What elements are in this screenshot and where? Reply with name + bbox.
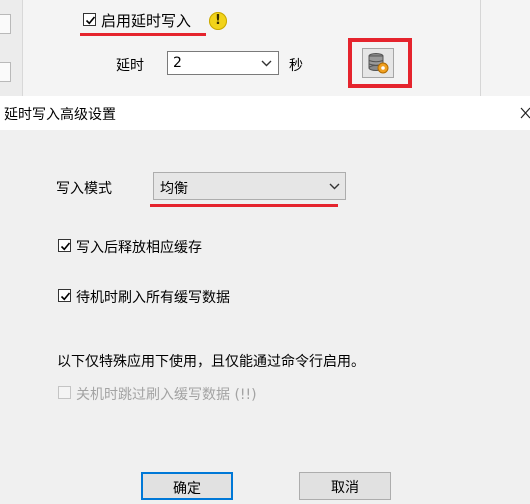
delay-value: 2: [173, 55, 182, 71]
release-cache-label[interactable]: 写入后释放相应缓存: [76, 237, 202, 257]
skip-flush-checkbox: [58, 386, 71, 399]
skip-flush-label: 关机时跳过刷入缓写数据 (!!): [76, 387, 257, 403]
background-settings-panel: [0, 0, 530, 96]
chevron-down-icon: [261, 60, 272, 67]
red-underline-annotation: [80, 33, 206, 36]
delay-label: 延时: [116, 58, 144, 74]
close-icon[interactable]: [520, 107, 530, 119]
cancel-button[interactable]: 取消: [299, 472, 391, 500]
write-mode-label: 写入模式: [56, 181, 112, 197]
left-partial-control[interactable]: [0, 14, 11, 34]
flush-on-idle-checkbox[interactable]: [58, 289, 71, 302]
red-underline-annotation: [150, 204, 338, 207]
disk-cache-settings-icon: [368, 53, 389, 74]
checkmark-icon: [85, 16, 96, 25]
enable-delayed-write-label[interactable]: 启用延时写入: [101, 10, 191, 31]
ok-button-label: 确定: [173, 481, 201, 497]
left-partial-control[interactable]: [0, 62, 11, 82]
checkmark-icon: [60, 292, 71, 301]
ok-button[interactable]: 确定: [141, 472, 233, 500]
checkmark-icon: [60, 242, 71, 251]
write-mode-select[interactable]: 均衡: [153, 172, 346, 200]
flush-on-idle-label[interactable]: 待机时刷入所有缓写数据: [76, 287, 230, 307]
special-note: 以下仅特殊应用下使用，且仅能通过命令行启用。: [57, 354, 365, 370]
chevron-down-icon: [329, 183, 340, 190]
panel-divider: [480, 0, 481, 96]
enable-delayed-write-checkbox[interactable]: [83, 13, 96, 26]
delay-select[interactable]: 2: [167, 51, 279, 75]
dialog-title-bar: 延时写入高级设置: [0, 96, 530, 130]
write-mode-value: 均衡: [160, 181, 188, 197]
warning-icon: !: [209, 12, 227, 30]
cancel-button-label: 取消: [331, 480, 359, 496]
release-cache-checkbox[interactable]: [58, 239, 71, 252]
dialog-title: 延时写入高级设置: [4, 107, 116, 123]
delay-unit: 秒: [289, 58, 303, 74]
cache-settings-button[interactable]: [362, 48, 394, 78]
